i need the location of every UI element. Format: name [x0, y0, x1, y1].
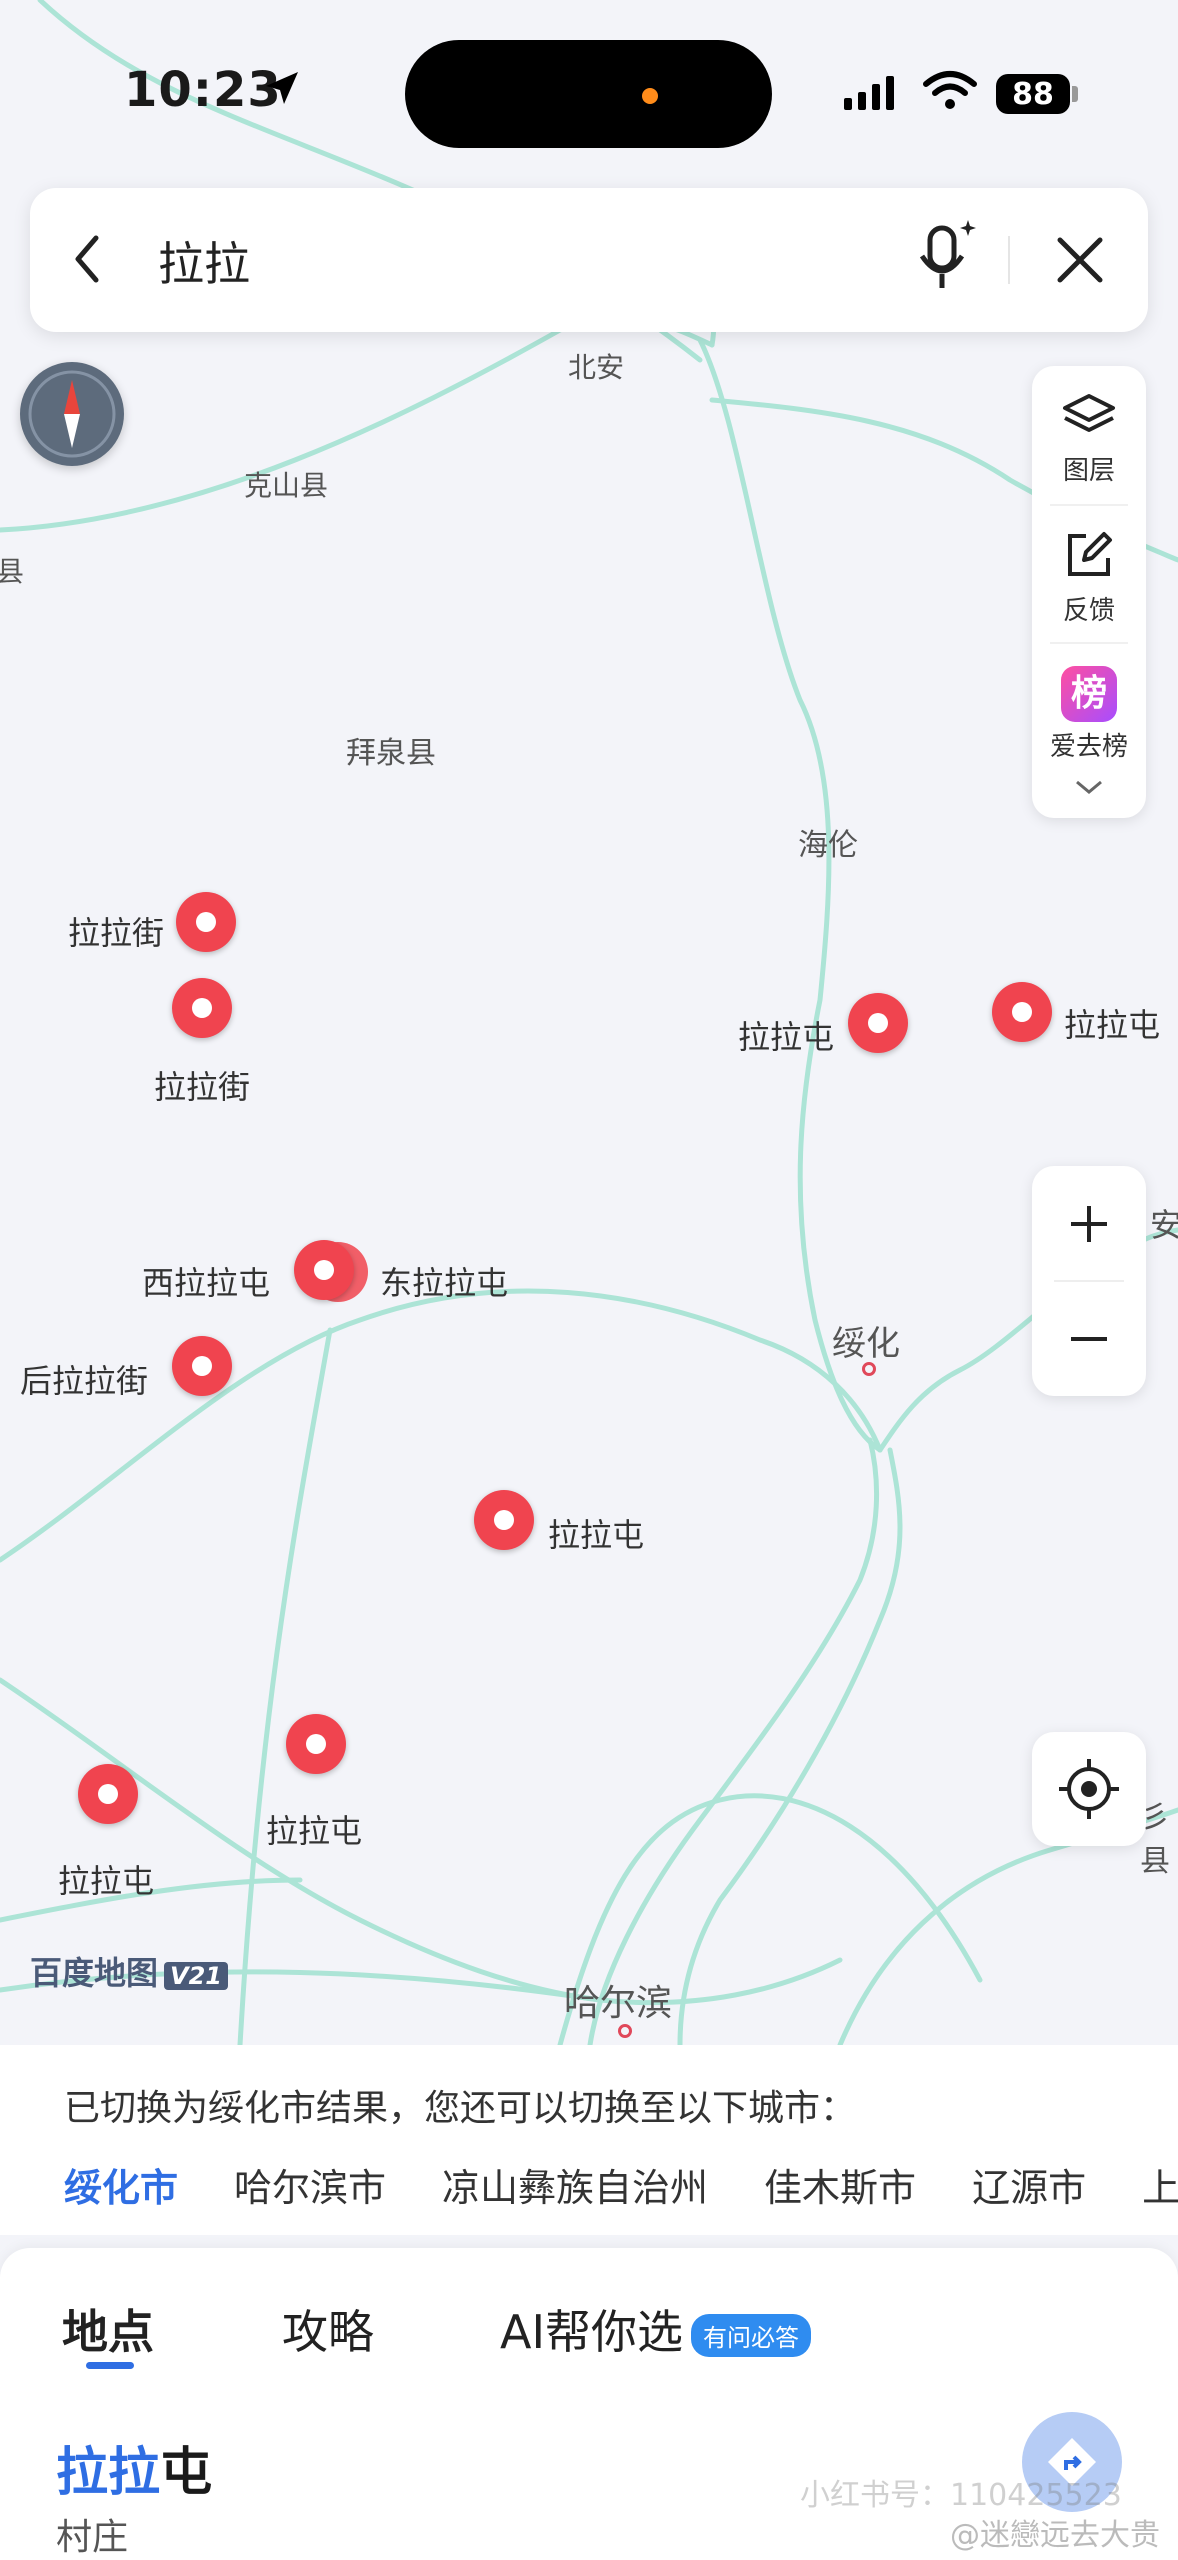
map-marker[interactable] [172, 978, 232, 1038]
marker-label[interactable]: 拉拉屯 [266, 1806, 362, 1852]
feedback-label: 反馈 [1062, 596, 1115, 626]
locate-button[interactable] [1032, 1732, 1146, 1846]
city-option-more[interactable]: 上 [1142, 2166, 1178, 2210]
marker-dot [192, 1356, 212, 1376]
cellular-signal-icon [844, 76, 894, 110]
marker-dot [306, 1734, 326, 1754]
marker-label[interactable]: 后拉拉街 [20, 1356, 148, 1402]
status-time: 10:23 [124, 62, 282, 118]
city-switch-notice: 已切换为绥化市结果，您还可以切换至以下城市： [64, 2088, 857, 2129]
marker-dot [196, 912, 216, 932]
city-dot [862, 1362, 876, 1376]
panel-divider [1050, 504, 1128, 506]
marker-dot [314, 1260, 334, 1280]
wifi-icon [923, 71, 977, 109]
bang-label: 爱去榜 [1049, 732, 1128, 762]
map-marker[interactable] [848, 993, 908, 1053]
watermark-user: @迷戀远去大贵 [950, 2518, 1160, 2553]
location-arrow-icon [266, 72, 298, 104]
zoom-out-button[interactable] [1032, 1281, 1146, 1396]
place-label: 绥化 [832, 1324, 900, 1364]
marker-label[interactable]: 拉拉街 [154, 1062, 250, 1108]
crosshair-icon [1059, 1759, 1119, 1819]
city-option-jiamusi[interactable]: 佳木斯市 [764, 2166, 916, 2210]
marker-dot [1012, 1002, 1032, 1022]
result-title[interactable]: 拉拉屯 [56, 2430, 212, 2505]
close-icon[interactable] [1048, 228, 1112, 292]
result-category: 村庄 [56, 2517, 129, 2558]
city-switch-panel: 已切换为绥化市结果，您还可以切换至以下城市： 绥化市 哈尔滨市 凉山彝族自治州 佳木斯… [0, 2045, 1178, 2235]
map-marker[interactable] [172, 1336, 232, 1396]
battery-tip [1072, 86, 1078, 102]
place-label: 北安 [568, 351, 625, 384]
tab-places[interactable]: 地点 [62, 2296, 154, 2362]
map-marker[interactable] [176, 892, 236, 952]
back-icon[interactable] [68, 224, 108, 294]
zoom-controls [1032, 1166, 1146, 1396]
place-label: 安 [1150, 1206, 1178, 1244]
place-label: 克山县 [244, 469, 329, 502]
map-logo-text: 百度地图 [30, 1954, 159, 1992]
tab-ai-select[interactable]: AI帮你选 有问必答 [500, 2296, 812, 2362]
map-marker[interactable] [78, 1764, 138, 1824]
map-marker[interactable] [286, 1714, 346, 1774]
chevron-down-icon [1076, 780, 1102, 794]
marker-label[interactable]: 拉拉街 [68, 908, 164, 954]
marker-label[interactable]: 东拉拉屯 [380, 1258, 508, 1304]
minus-icon [1071, 1336, 1107, 1341]
result-title-highlight: 拉拉 [56, 2443, 161, 2503]
marker-label[interactable]: 拉拉屯 [58, 1856, 154, 1902]
map-marker[interactable] [992, 982, 1052, 1042]
marker-dot [192, 998, 212, 1018]
map-tools-panel: 图层 反馈 榜 爱去榜 [1032, 366, 1146, 818]
expand-panel-button[interactable] [1032, 776, 1146, 804]
marker-label[interactable]: 拉拉屯 [1064, 1000, 1160, 1046]
marker-label[interactable]: 拉拉屯 [548, 1510, 644, 1556]
map-marker[interactable] [474, 1490, 534, 1550]
city-option-liaoyuan[interactable]: 辽源市 [972, 2166, 1086, 2210]
city-option-suihua[interactable]: 绥化市 [64, 2166, 178, 2210]
bang-badge-icon: 榜 [1061, 666, 1117, 722]
compass-icon [28, 370, 116, 458]
city-option-liangshan[interactable]: 凉山彝族自治州 [442, 2166, 708, 2210]
panel-divider [1050, 642, 1128, 644]
place-label: 拜泉县 [346, 736, 436, 771]
map-logo-version: V21 [164, 1962, 228, 1990]
plus-icon [1071, 1205, 1107, 1242]
marker-dot [98, 1784, 118, 1804]
search-divider [1008, 236, 1010, 284]
search-bar[interactable]: 拉拉 [30, 188, 1148, 332]
place-label: 海伦 [798, 828, 858, 863]
marker-dot [494, 1510, 514, 1530]
bang-button[interactable]: 榜 爱去榜 [1032, 666, 1146, 763]
battery-indicator: 88 [996, 74, 1070, 114]
watermark-id: 小红书号：110425523 [800, 2478, 1122, 2513]
city-option-harbin[interactable]: 哈尔滨市 [234, 2166, 386, 2210]
compass-button[interactable] [20, 362, 124, 466]
marker-dot [868, 1013, 888, 1033]
voice-assistant-icon[interactable] [912, 216, 982, 302]
map-marker[interactable] [294, 1240, 354, 1300]
city-dot [618, 2024, 632, 2038]
city-list: 绥化市 哈尔滨市 凉山彝族自治州 佳木斯市 辽源市 上 [64, 2157, 1178, 2212]
result-title-rest: 屯 [160, 2443, 213, 2503]
layers-button[interactable]: 图层 [1032, 392, 1146, 487]
place-label: 县 [0, 555, 25, 588]
privacy-indicator [642, 88, 658, 104]
dynamic-island [405, 40, 772, 148]
layers-label: 图层 [1062, 456, 1115, 486]
edit-icon [1068, 532, 1112, 576]
place-label: 哈尔滨 [564, 1983, 673, 2024]
marker-label[interactable]: 拉拉屯 [738, 1012, 834, 1058]
zoom-in-button[interactable] [1032, 1166, 1146, 1281]
marker-label[interactable]: 西拉拉屯 [142, 1258, 270, 1304]
layers-icon [1063, 394, 1115, 432]
ai-badge: 有问必答 [691, 2314, 812, 2357]
tab-active-indicator [86, 2362, 134, 2369]
map-logo: 百度地图 V21 [30, 1948, 228, 1994]
tab-guides[interactable]: 攻略 [282, 2296, 374, 2362]
feedback-button[interactable]: 反馈 [1032, 528, 1146, 627]
search-query[interactable]: 拉拉 [158, 228, 250, 294]
tab-ai-label: AI帮你选 [500, 2305, 684, 2359]
